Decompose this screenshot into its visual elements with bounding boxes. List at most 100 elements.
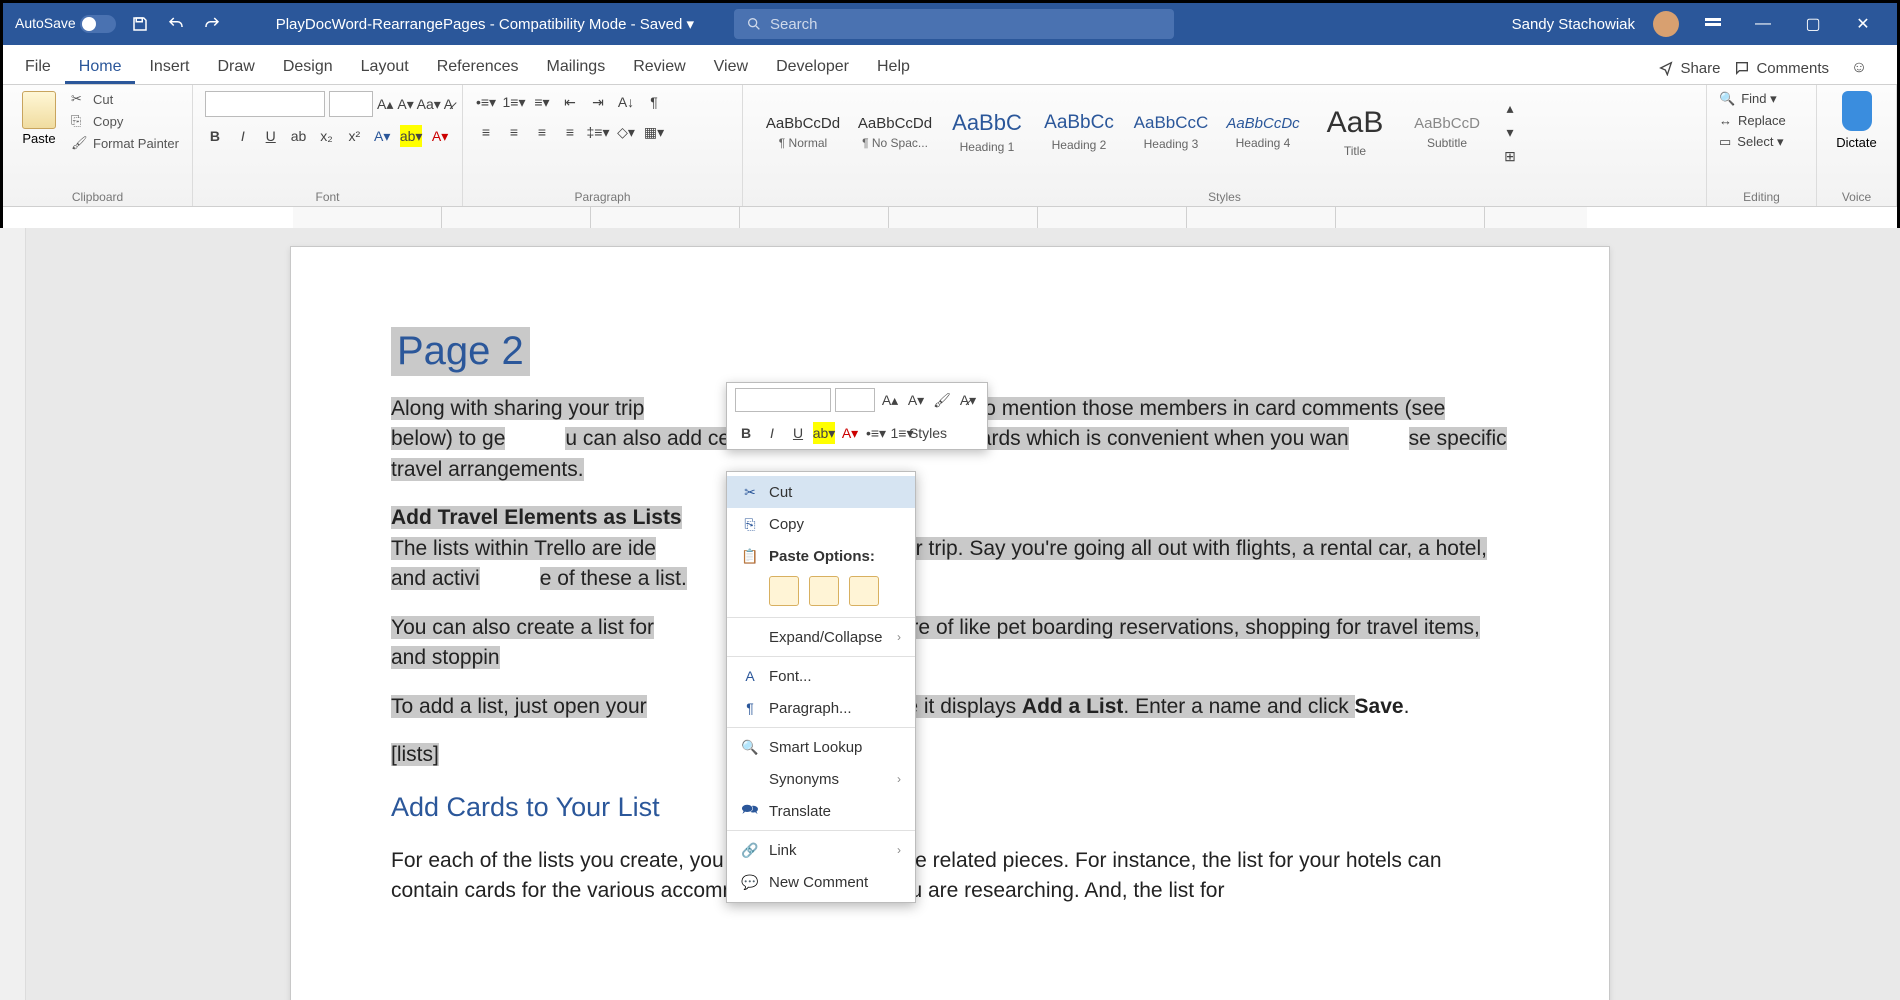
mini-increase-font-icon[interactable]: A▴ bbox=[879, 389, 901, 411]
decrease-font-icon[interactable]: A▾ bbox=[397, 93, 413, 115]
tab-mailings[interactable]: Mailings bbox=[533, 50, 620, 84]
text-effects-icon[interactable]: A▾ bbox=[372, 125, 392, 147]
comments-button[interactable]: Comments bbox=[1734, 60, 1829, 77]
styles-more-icon[interactable]: ⊞ bbox=[1499, 145, 1521, 167]
cm-font[interactable]: AFont... bbox=[727, 660, 915, 692]
tab-design[interactable]: Design bbox=[269, 50, 347, 84]
replace-button[interactable]: ↔Replace bbox=[1719, 113, 1804, 128]
subscript-button[interactable]: x₂ bbox=[317, 125, 337, 147]
user-name[interactable]: Sandy Stachowiak bbox=[1512, 16, 1635, 33]
bullets-icon[interactable]: •≡▾ bbox=[475, 91, 497, 113]
style-subtitle[interactable]: AaBbCcDSubtitle bbox=[1403, 95, 1491, 169]
align-right-icon[interactable]: ≡ bbox=[531, 121, 553, 143]
underline-button[interactable]: U bbox=[261, 125, 281, 147]
cm-translate[interactable]: 🗪Translate bbox=[727, 795, 915, 827]
tab-help[interactable]: Help bbox=[863, 50, 924, 84]
smiley-icon[interactable]: ☺ bbox=[1843, 52, 1875, 84]
mini-bold-button[interactable]: B bbox=[735, 422, 757, 444]
line-spacing-icon[interactable]: ‡≡▾ bbox=[587, 121, 609, 143]
mini-font-color-icon[interactable]: A▾ bbox=[839, 422, 861, 444]
justify-icon[interactable]: ≡ bbox=[559, 121, 581, 143]
font-family-combo[interactable] bbox=[205, 91, 325, 117]
save-icon[interactable] bbox=[128, 12, 152, 36]
style-title[interactable]: AaBTitle bbox=[1311, 95, 1399, 169]
tab-references[interactable]: References bbox=[423, 50, 533, 84]
style-heading4[interactable]: AaBbCcDcHeading 4 bbox=[1219, 95, 1307, 169]
dictate-button[interactable]: Dictate bbox=[1829, 91, 1884, 150]
cm-synonyms[interactable]: Synonyms› bbox=[727, 763, 915, 795]
autosave-toggle[interactable] bbox=[80, 15, 116, 33]
tab-draw[interactable]: Draw bbox=[203, 50, 268, 84]
style-heading3[interactable]: AaBbCcCHeading 3 bbox=[1127, 95, 1215, 169]
style-normal[interactable]: AaBbCcDd¶ Normal bbox=[759, 95, 847, 169]
navigation-strip[interactable] bbox=[0, 228, 26, 1000]
mini-clear-icon[interactable]: A̷▾ bbox=[957, 389, 979, 411]
borders-icon[interactable]: ▦▾ bbox=[643, 121, 665, 143]
cm-paragraph[interactable]: ¶Paragraph... bbox=[727, 692, 915, 724]
paste-button[interactable]: Paste bbox=[15, 91, 63, 151]
find-button[interactable]: 🔍Find ▾ bbox=[1719, 91, 1804, 107]
font-color-icon[interactable]: A▾ bbox=[430, 125, 450, 147]
multilevel-icon[interactable]: ≡▾ bbox=[531, 91, 553, 113]
styles-gallery[interactable]: AaBbCcDd¶ Normal AaBbCcDd¶ No Spac... Aa… bbox=[755, 91, 1694, 173]
sort-icon[interactable]: A↓ bbox=[615, 91, 637, 113]
tab-file[interactable]: File bbox=[11, 50, 65, 84]
search-input[interactable]: Search bbox=[734, 9, 1174, 39]
highlight-icon[interactable]: ab▾ bbox=[400, 125, 422, 147]
style-heading1[interactable]: AaBbCHeading 1 bbox=[943, 95, 1031, 169]
increase-indent-icon[interactable]: ⇥ bbox=[587, 91, 609, 113]
style-no-spacing[interactable]: AaBbCcDd¶ No Spac... bbox=[851, 95, 939, 169]
cm-copy[interactable]: ⎘Copy bbox=[727, 508, 915, 540]
mini-font-combo[interactable] bbox=[735, 388, 831, 412]
undo-icon[interactable] bbox=[164, 12, 188, 36]
paste-merge-icon[interactable] bbox=[809, 576, 839, 606]
style-heading2[interactable]: AaBbCcHeading 2 bbox=[1035, 95, 1123, 169]
mini-styles-button[interactable]: Styles bbox=[917, 422, 939, 444]
avatar[interactable] bbox=[1653, 11, 1679, 37]
mini-highlight-icon[interactable]: ab▾ bbox=[813, 422, 835, 444]
copy-button[interactable]: ⎘Copy bbox=[71, 113, 179, 129]
superscript-button[interactable]: x² bbox=[344, 125, 364, 147]
bold-button[interactable]: B bbox=[205, 125, 225, 147]
shading-icon[interactable]: ◇▾ bbox=[615, 121, 637, 143]
show-marks-icon[interactable]: ¶ bbox=[643, 91, 665, 113]
tab-layout[interactable]: Layout bbox=[347, 50, 423, 84]
tab-review[interactable]: Review bbox=[619, 50, 699, 84]
cm-new-comment[interactable]: 💬New Comment bbox=[727, 866, 915, 898]
tab-developer[interactable]: Developer bbox=[762, 50, 863, 84]
paste-text-only-icon[interactable] bbox=[849, 576, 879, 606]
redo-icon[interactable] bbox=[200, 12, 224, 36]
close-icon[interactable]: ✕ bbox=[1847, 8, 1879, 40]
tab-insert[interactable]: Insert bbox=[135, 50, 203, 84]
align-left-icon[interactable]: ≡ bbox=[475, 121, 497, 143]
change-case-icon[interactable]: Aa▾ bbox=[418, 93, 440, 115]
styles-up-icon[interactable]: ▴ bbox=[1499, 97, 1521, 119]
tab-view[interactable]: View bbox=[700, 50, 762, 84]
minimize-icon[interactable]: — bbox=[1747, 8, 1779, 40]
share-button[interactable]: Share bbox=[1658, 60, 1720, 77]
tab-home[interactable]: Home bbox=[65, 50, 136, 84]
select-button[interactable]: ▭Select ▾ bbox=[1719, 134, 1804, 150]
cm-smart-lookup[interactable]: 🔍Smart Lookup bbox=[727, 731, 915, 763]
font-size-combo[interactable] bbox=[329, 91, 373, 117]
mini-format-painter-icon[interactable]: 🖌 bbox=[931, 389, 953, 411]
ribbon-options-icon[interactable] bbox=[1697, 8, 1729, 40]
mini-italic-button[interactable]: I bbox=[761, 422, 783, 444]
mini-bullets-icon[interactable]: •≡▾ bbox=[865, 422, 887, 444]
page[interactable]: Page 2 Along with sharing your tripo men… bbox=[290, 246, 1610, 1000]
italic-button[interactable]: I bbox=[233, 125, 253, 147]
cm-link[interactable]: 🔗Link› bbox=[727, 834, 915, 866]
numbering-icon[interactable]: 1≡▾ bbox=[503, 91, 525, 113]
cm-expand-collapse[interactable]: Expand/Collapse› bbox=[727, 621, 915, 653]
decrease-indent-icon[interactable]: ⇤ bbox=[559, 91, 581, 113]
increase-font-icon[interactable]: A▴ bbox=[377, 93, 393, 115]
mini-size-combo[interactable] bbox=[835, 388, 875, 412]
paste-keep-source-icon[interactable] bbox=[769, 576, 799, 606]
strike-button[interactable]: ab bbox=[289, 125, 309, 147]
styles-down-icon[interactable]: ▾ bbox=[1499, 121, 1521, 143]
maximize-icon[interactable]: ▢ bbox=[1797, 8, 1829, 40]
clear-format-icon[interactable]: A̷ bbox=[444, 93, 453, 115]
mini-decrease-font-icon[interactable]: A▾ bbox=[905, 389, 927, 411]
format-painter-button[interactable]: 🖌Format Painter bbox=[71, 135, 179, 151]
cm-cut[interactable]: ✂Cut bbox=[727, 476, 915, 508]
